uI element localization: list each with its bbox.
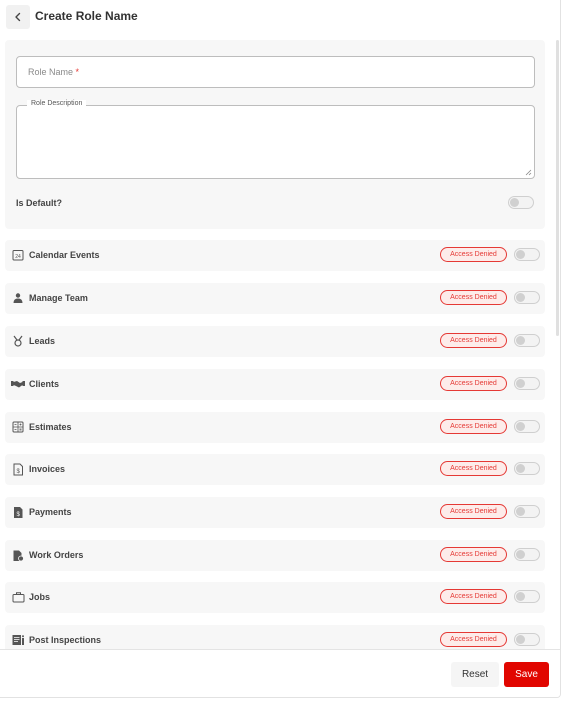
role-description-label: Role Description [27, 100, 87, 107]
permission-label: Invoices [29, 464, 66, 474]
toggle-knob [516, 293, 525, 302]
toggle-knob [516, 592, 525, 601]
permission-row-invoices: $ Invoices Access Denied [5, 454, 545, 485]
toggle-knob [516, 250, 525, 259]
chevron-left-icon [15, 12, 21, 22]
access-status-badge: Access Denied [440, 376, 507, 391]
permission-label: Estimates [29, 422, 72, 432]
briefcase-icon [11, 590, 25, 604]
permission-toggle[interactable] [514, 505, 540, 518]
permission-label: Leads [29, 336, 56, 346]
inspection-icon [11, 633, 25, 647]
permission-label: Manage Team [29, 293, 88, 303]
permission-toggle[interactable] [514, 377, 540, 390]
permission-row-work-orders: Work Orders Access Denied [5, 540, 545, 571]
reset-button[interactable]: Reset [451, 662, 499, 687]
permission-toggle[interactable] [514, 633, 540, 646]
page-title: Create Role Name [35, 9, 138, 23]
toggle-knob [516, 379, 525, 388]
permission-toggle[interactable] [514, 248, 540, 261]
permission-toggle[interactable] [514, 420, 540, 433]
access-status-badge: Access Denied [440, 247, 507, 262]
required-mark: * [75, 67, 80, 77]
role-name-placeholder: Role Name * [28, 67, 80, 77]
toggle-knob [516, 550, 525, 559]
toggle-knob [516, 336, 525, 345]
permission-label: Work Orders [29, 550, 84, 560]
permission-toggle[interactable] [514, 462, 540, 475]
toggle-knob [510, 198, 519, 207]
permission-toggle[interactable] [514, 548, 540, 561]
role-form: Role Name * Role Description Is Default? [5, 40, 545, 229]
create-role-panel: Create Role Name Role Name * Role Descri… [0, 0, 561, 698]
permission-toggle[interactable] [514, 291, 540, 304]
permission-toggle[interactable] [514, 334, 540, 347]
permission-row-payments: $ Payments Access Denied [5, 497, 545, 528]
permission-label: Calendar Events [29, 250, 100, 260]
role-name-input[interactable]: Role Name * [16, 56, 535, 88]
access-status-badge: Access Denied [440, 419, 507, 434]
access-status-badge: Access Denied [440, 333, 507, 348]
svg-text:$: $ [17, 469, 21, 475]
payment-icon: $ [11, 505, 25, 519]
calendar-icon: 24 [11, 248, 25, 262]
toggle-knob [516, 422, 525, 431]
permission-label: Post Inspections [29, 635, 102, 645]
permission-row-jobs: Jobs Access Denied [5, 582, 545, 613]
permission-label: Jobs [29, 592, 51, 602]
toggle-knob [516, 635, 525, 644]
permission-row-clients: Clients Access Denied [5, 369, 545, 400]
access-status-badge: Access Denied [440, 547, 507, 562]
access-status-badge: Access Denied [440, 589, 507, 604]
leads-icon [11, 334, 25, 348]
permission-toggle[interactable] [514, 590, 540, 603]
back-button[interactable] [6, 5, 30, 29]
permission-label: Clients [29, 379, 60, 389]
team-icon [11, 291, 25, 305]
permission-row-leads: Leads Access Denied [5, 326, 545, 357]
header: Create Role Name [0, 0, 560, 34]
role-description-field[interactable]: Role Description [16, 100, 535, 179]
footer: Reset Save [0, 649, 560, 697]
work-order-icon [11, 548, 25, 562]
save-button[interactable]: Save [504, 662, 549, 687]
permission-row-manage-team: Manage Team Access Denied [5, 283, 545, 314]
toggle-knob [516, 464, 525, 473]
invoice-icon: $ [11, 462, 25, 476]
calculator-icon [11, 420, 25, 434]
handshake-icon [11, 377, 25, 391]
permission-row-estimates: Estimates Access Denied [5, 412, 545, 443]
scrollbar[interactable] [556, 40, 559, 336]
is-default-toggle[interactable] [508, 196, 534, 209]
permission-row-calendar-events: 24 Calendar Events Access Denied [5, 240, 545, 271]
access-status-badge: Access Denied [440, 461, 507, 476]
permission-label: Payments [29, 507, 72, 517]
toggle-knob [516, 507, 525, 516]
svg-text:24: 24 [15, 254, 21, 260]
is-default-label: Is Default? [16, 198, 63, 208]
access-status-badge: Access Denied [440, 504, 507, 519]
access-status-badge: Access Denied [440, 290, 507, 305]
access-status-badge: Access Denied [440, 632, 507, 647]
resize-grip-icon[interactable] [525, 169, 532, 176]
